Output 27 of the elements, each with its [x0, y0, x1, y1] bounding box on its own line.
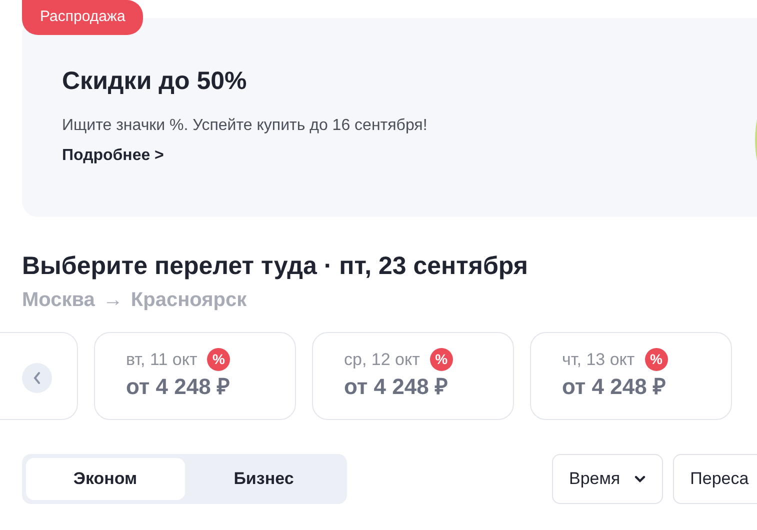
previous-button[interactable] [22, 363, 52, 393]
date-label: вт, 11 окт [126, 349, 198, 371]
route-arrow: → [102, 288, 123, 313]
date-label: ср, 12 окт [344, 349, 420, 371]
route-destination: Красноярск [130, 288, 247, 313]
sale-badge: Распродажа [22, 0, 144, 35]
price-label: от 4 248 ₽ [562, 372, 667, 400]
discount-badge: % [644, 348, 668, 372]
time-dropdown[interactable]: Время [552, 454, 664, 504]
chevron-left-icon [33, 372, 41, 384]
class-tab[interactable]: Эконом [26, 458, 184, 500]
promo-title: Скидки до 50% [62, 66, 248, 96]
chevron-down-icon [634, 475, 646, 483]
more-link[interactable]: Подробнее > [62, 147, 164, 164]
filter-button[interactable]: Переса [673, 454, 757, 504]
page-heading: Выберите перелет туда · пт, 23 сентября [22, 251, 529, 282]
promo-text: Ищите значки %. Успейте купить до 16 сентября! [62, 116, 428, 136]
class-tab[interactable]: Бизнес [184, 458, 343, 500]
discount-badge: % [207, 348, 230, 372]
date-card[interactable]: чт, 13 окт % от 4 248 ₽ [530, 332, 732, 420]
discount-badge: % [430, 348, 453, 372]
date-card[interactable]: ср, 12 окт % от 4 248 ₽ [312, 332, 514, 420]
price-label: от 4 248 ₽ [126, 372, 231, 400]
price-label: от 4 248 ₽ [344, 372, 449, 400]
route-origin: Москва [22, 288, 95, 313]
date-label: чт, 13 окт [562, 349, 635, 371]
date-card[interactable]: вт, 11 окт % от 4 248 ₽ [94, 332, 296, 420]
